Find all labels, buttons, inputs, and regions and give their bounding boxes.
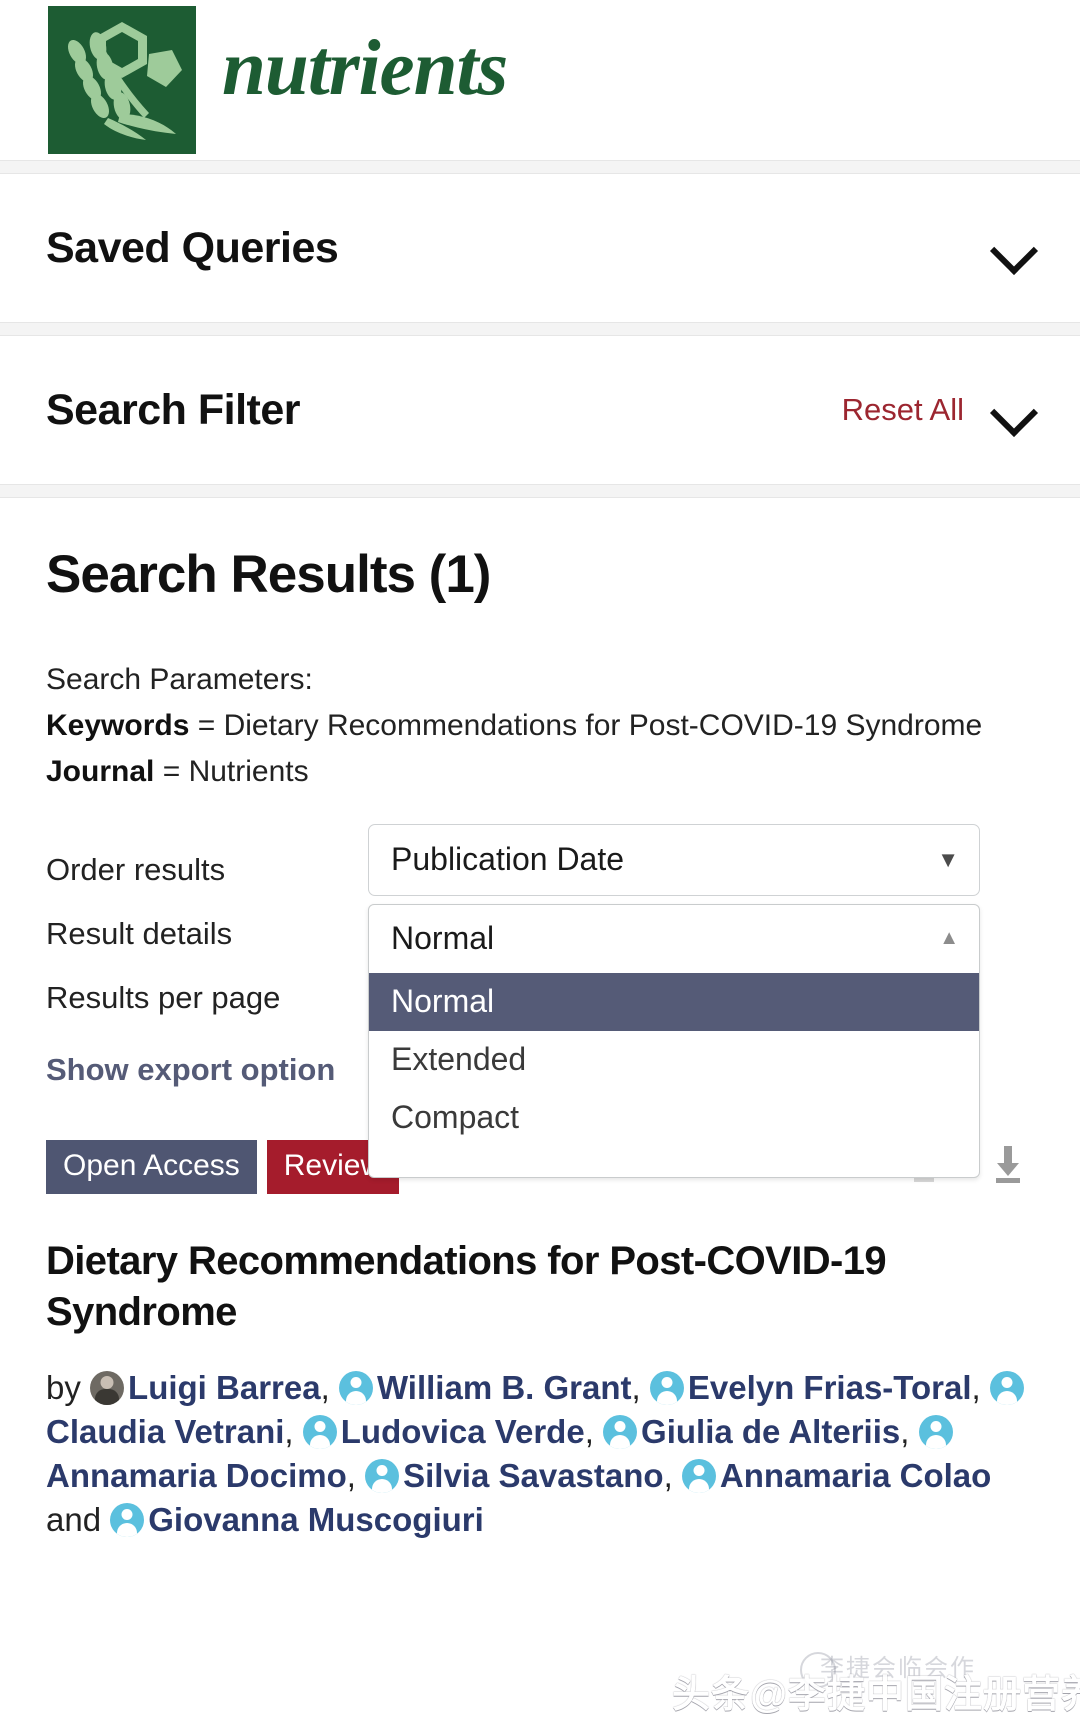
author-link[interactable]: Ludovica Verde xyxy=(341,1413,585,1450)
journal-title: nutrients xyxy=(222,25,508,112)
watermark-primary: 头条@李捷中国注册营养师 xyxy=(672,1674,1080,1716)
avatar xyxy=(90,1370,125,1405)
avatar xyxy=(302,1414,337,1449)
dropdown-option-normal[interactable]: Normal xyxy=(369,972,979,1031)
author-link[interactable]: Giovanna Muscogiuri xyxy=(148,1501,484,1538)
result-details-label: Result details xyxy=(46,915,233,951)
search-parameters: Search Parameters: Keywords = Dietary Re… xyxy=(46,657,1034,796)
article-authors: by Luigi Barrea, William B. Grant, Evely… xyxy=(46,1366,1034,1542)
avatar xyxy=(918,1414,953,1449)
avatar xyxy=(338,1370,373,1405)
param-keywords: Keywords = Dietary Recommendations for P… xyxy=(46,703,1034,749)
caret-up-icon: ▲ xyxy=(939,927,959,950)
article-title[interactable]: Dietary Recommendations for Post-COVID-1… xyxy=(46,1236,1034,1338)
results-per-page-label: Results per page xyxy=(46,979,281,1015)
param-journal-key: Journal xyxy=(46,755,155,789)
author-link[interactable]: Silvia Savastano xyxy=(403,1457,663,1494)
chevron-down-icon[interactable] xyxy=(990,225,1036,271)
divider-3 xyxy=(0,484,1080,498)
result-details-dropdown[interactable]: Normal ▲ Normal Extended Compact xyxy=(368,903,980,1178)
show-export-option-link[interactable]: Show export option xyxy=(46,1052,335,1088)
author-link[interactable]: Evelyn Frias-Toral xyxy=(688,1369,972,1406)
results-options: Order results Result details Results per… xyxy=(46,823,1034,1178)
caret-down-icon: ▼ xyxy=(937,846,959,872)
search-parameters-heading: Search Parameters: xyxy=(46,663,313,696)
avatar xyxy=(603,1414,638,1449)
search-results-section: Search Results (1) Search Parameters: Ke… xyxy=(0,498,1080,1178)
result-details-value: Normal xyxy=(391,920,495,957)
and-word: and xyxy=(46,1500,102,1538)
avatar xyxy=(649,1370,684,1405)
page-root: nutrients Saved Queries Search Filter Re… xyxy=(0,0,1080,1728)
author-link[interactable]: Annamaria Colao xyxy=(720,1457,991,1494)
order-results-value: Publication Date xyxy=(391,841,625,878)
author-link[interactable]: Annamaria Docimo xyxy=(46,1457,347,1494)
param-journal: Journal = Nutrients xyxy=(46,749,1034,795)
saved-queries-controls xyxy=(990,225,1036,271)
divider-2 xyxy=(0,322,1080,336)
author-link[interactable]: William B. Grant xyxy=(377,1369,632,1406)
dropdown-option-compact[interactable]: Compact xyxy=(369,1089,979,1147)
author-link[interactable]: Giulia de Alteriis xyxy=(641,1413,900,1450)
article-result-card: Open Access Review Dietary Recommendatio… xyxy=(0,1139,1080,1542)
author-link[interactable]: Luigi Barrea xyxy=(128,1369,321,1406)
param-journal-eq: = xyxy=(154,755,189,789)
order-results-select[interactable]: Publication Date ▼ xyxy=(368,823,980,896)
search-filter-panel[interactable]: Search Filter Reset All xyxy=(0,336,1080,484)
open-access-badge[interactable]: Open Access xyxy=(46,1139,257,1194)
divider-1 xyxy=(0,160,1080,174)
nutrients-logo-icon[interactable] xyxy=(48,6,196,154)
param-keywords-value: Dietary Recommendations for Post-COVID-1… xyxy=(223,709,983,743)
reset-all-button[interactable]: Reset All xyxy=(842,392,964,428)
param-keywords-eq: = xyxy=(189,709,224,743)
page-title: Search Results (1) xyxy=(46,545,491,604)
result-details-selected-value[interactable]: Normal ▲ xyxy=(369,905,979,973)
by-prefix: by xyxy=(46,1368,81,1406)
avatar xyxy=(365,1458,400,1493)
avatar xyxy=(989,1370,1024,1405)
dropdown-option-extended[interactable]: Extended xyxy=(369,1031,979,1089)
author-link[interactable]: Claudia Vetrani xyxy=(46,1413,284,1450)
chevron-down-icon[interactable] xyxy=(990,387,1036,433)
saved-queries-panel[interactable]: Saved Queries xyxy=(0,174,1080,322)
avatar xyxy=(110,1502,145,1537)
download-icon[interactable] xyxy=(988,1144,1028,1189)
avatar xyxy=(681,1458,716,1493)
param-keywords-key: Keywords xyxy=(46,709,190,743)
param-journal-value: Nutrients xyxy=(188,755,309,789)
journal-masthead: nutrients xyxy=(0,0,1080,160)
order-results-label: Order results xyxy=(46,851,226,887)
saved-queries-label: Saved Queries xyxy=(46,223,339,272)
search-filter-label: Search Filter xyxy=(46,385,301,434)
search-filter-controls: Reset All xyxy=(842,387,1036,433)
